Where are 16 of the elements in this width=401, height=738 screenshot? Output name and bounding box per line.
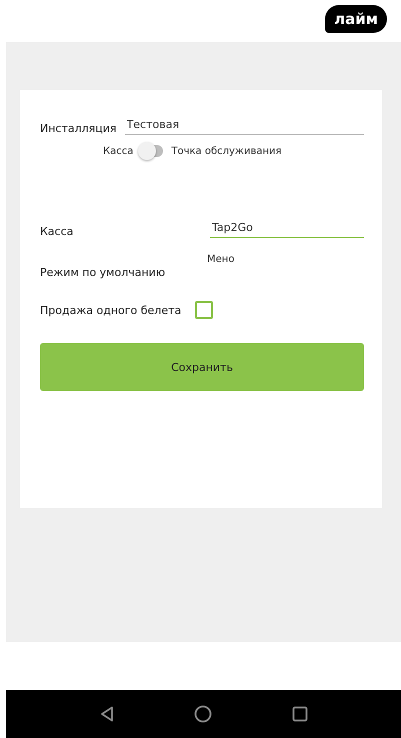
recents-icon[interactable] — [292, 706, 308, 722]
back-icon[interactable] — [100, 706, 114, 722]
default-mode-label: Режим по умолчанию — [40, 266, 166, 279]
installation-field[interactable]: Тестовая — [124, 116, 364, 135]
switch-left-label: Касса — [103, 146, 134, 156]
logo: лайм — [325, 5, 387, 33]
cash-register-label: Касса — [40, 225, 74, 238]
cash-register-field[interactable]: Tap2Go — [210, 219, 364, 238]
installation-label: Инсталляция — [40, 122, 117, 135]
single-ticket-label: Продажа одного белета — [40, 304, 182, 316]
mode-switch[interactable] — [141, 145, 164, 157]
save-button[interactable]: Сохранить — [40, 343, 364, 391]
single-ticket-checkbox[interactable] — [195, 301, 214, 319]
default-mode-value[interactable]: Мено — [207, 254, 234, 265]
switch-right-label: Точка обслуживания — [171, 146, 282, 156]
home-icon[interactable] — [194, 705, 212, 723]
